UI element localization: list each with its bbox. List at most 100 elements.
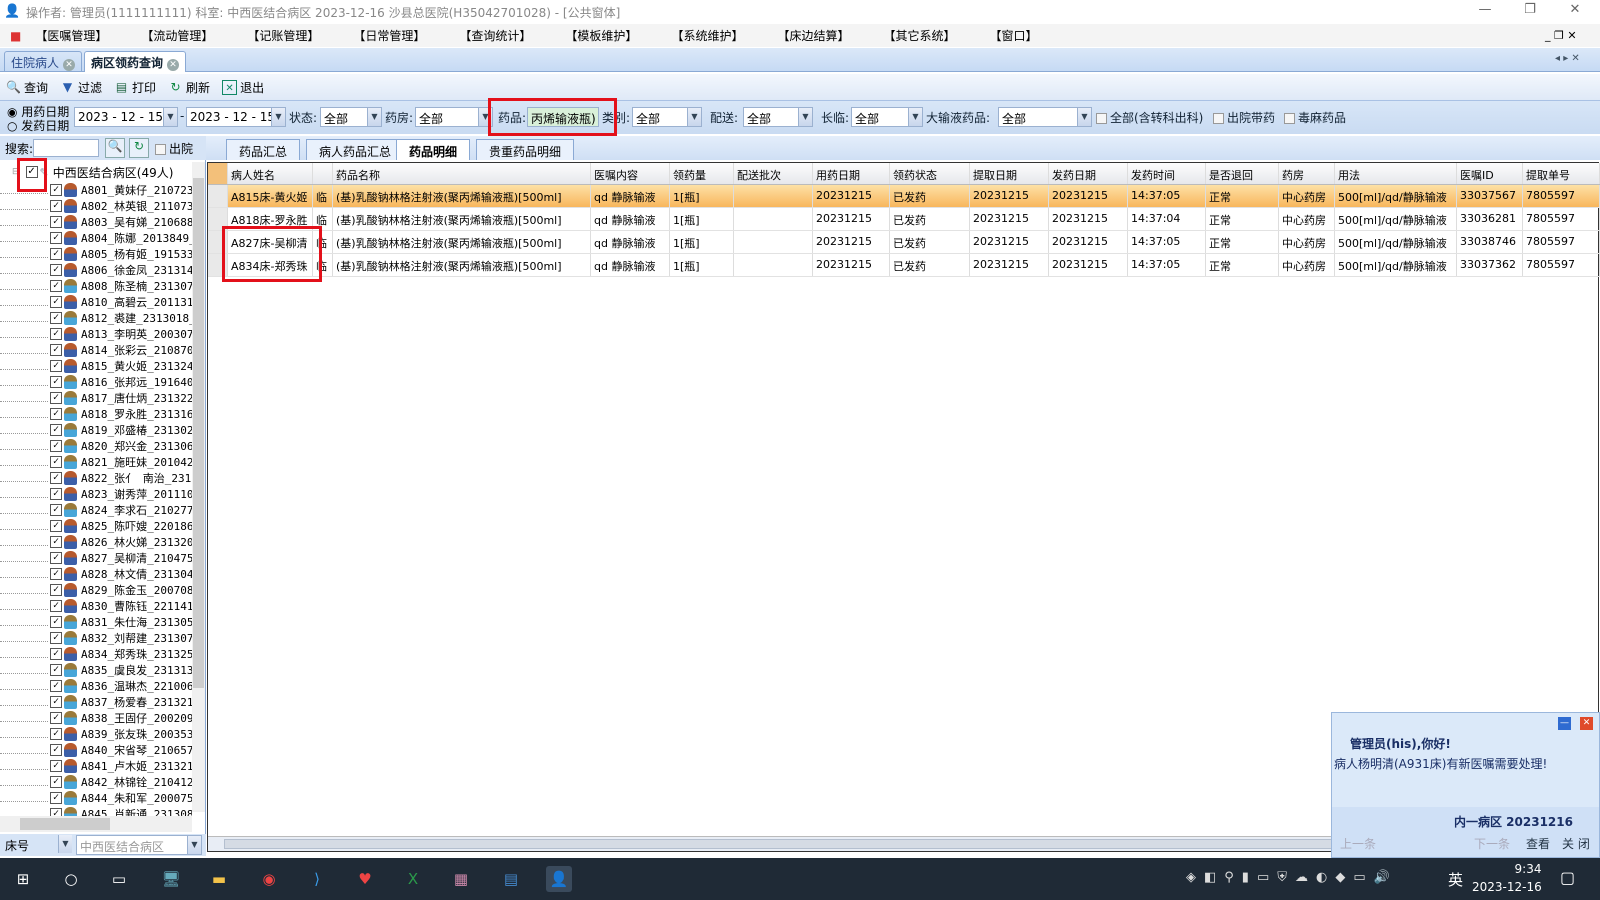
dropdown-arrow-icon[interactable]: ▼	[271, 108, 285, 126]
patient-tree-item[interactable]: ✓ A806_徐金凤_231314	[0, 262, 192, 278]
patient-tree-item[interactable]: ✓ A815_黄火姬_231324	[0, 358, 192, 374]
exit-button[interactable]: ✕ 退出	[222, 79, 264, 96]
refresh-tree-button[interactable]: ↻	[129, 138, 150, 158]
patient-checkbox[interactable]: ✓	[50, 504, 62, 516]
patient-checkbox[interactable]: ✓	[50, 632, 62, 644]
patient-checkbox[interactable]: ✓	[50, 648, 62, 660]
patient-checkbox[interactable]: ✓	[50, 392, 62, 404]
patient-checkbox[interactable]: ✓	[50, 520, 62, 532]
search-button[interactable]: 🔍	[105, 138, 126, 158]
patient-tree-item[interactable]: ✓ A831_朱仕海_231305	[0, 614, 192, 630]
tree-root-ward[interactable]: ⊟ ✓ ✎ 中西医结合病区(49人)	[12, 164, 192, 180]
patient-checkbox[interactable]: ✓	[50, 760, 62, 772]
date-from-picker[interactable]: 2023 - 12 - 15 ▼	[74, 107, 178, 127]
patient-checkbox[interactable]: ✓	[50, 456, 62, 468]
patient-checkbox[interactable]: ✓	[50, 424, 62, 436]
patient-tree-item[interactable]: ✓ A842_林锦铨_210412	[0, 774, 192, 790]
patient-tree-item[interactable]: ✓ A814_张彩云_210870	[0, 342, 192, 358]
dropdown-arrow-icon[interactable]: ▼	[163, 108, 177, 126]
patient-tree-item[interactable]: ✓ A840_宋省琴_210657	[0, 742, 192, 758]
patient-tree-item[interactable]: ✓ A838_王固仔_200209	[0, 710, 192, 726]
table-row[interactable]: A827床-吴柳清临 (基)乳酸钠林格注射液(聚丙烯输液瓶)[500ml] qd 静…	[208, 231, 1600, 254]
patient-tree-item[interactable]: ✓ A822_张亻 南治_2313	[0, 470, 192, 486]
tab-subtab[interactable]: 贵重药品明细	[476, 139, 575, 160]
patient-tree-item[interactable]: ✓ A813_李明英_200307	[0, 326, 192, 342]
patient-tree-item[interactable]: ✓ A823_谢秀萍_201110	[0, 486, 192, 502]
dropdown-arrow-icon[interactable]: ▼	[478, 108, 492, 126]
task-view-icon[interactable]: ▭	[106, 866, 132, 892]
date-to-picker[interactable]: 2023 - 12 - 15 ▼	[186, 107, 286, 127]
patient-tree-item[interactable]: ✓ A805_杨有姬_191533	[0, 246, 192, 262]
infusion-select[interactable]: 全部 ▼	[998, 107, 1092, 127]
patient-checkbox[interactable]: ✓	[50, 232, 62, 244]
app-icon-archive[interactable]: ▦	[448, 866, 474, 892]
patient-checkbox[interactable]: ✓	[50, 328, 62, 340]
patient-tree-item[interactable]: ✓ A830_曹陈钰_221141	[0, 598, 192, 614]
tab-inpatients[interactable]: 住院病人 ✕	[4, 51, 83, 72]
close-window-button[interactable]: ✕	[1563, 2, 1587, 22]
tab-subtab[interactable]: 药品明细	[396, 139, 471, 160]
patient-tree-item[interactable]: ✓ A801_黄妹仔_210723	[0, 182, 192, 198]
patient-tree-item[interactable]: ✓ A817_唐仕炳_231322	[0, 390, 192, 406]
narcotic-drug-checkbox[interactable]: 毒麻药品	[1284, 109, 1346, 126]
dropdown-arrow-icon[interactable]: ▼	[1077, 108, 1091, 126]
sort-select[interactable]: 床号 ▼	[2, 835, 72, 855]
patient-tree-item[interactable]: ✓ A844_朱和军_200075	[0, 790, 192, 806]
patient-checkbox[interactable]: ✓	[50, 360, 62, 372]
column-header[interactable]: 是否退回	[1206, 163, 1279, 184]
vscode-icon[interactable]: ⟩	[304, 866, 330, 892]
patient-checkbox[interactable]: ✓	[50, 440, 62, 452]
column-header[interactable]: 领药量	[670, 163, 734, 184]
patient-tree-item[interactable]: ✓ A820_郑兴金_231306	[0, 438, 192, 454]
all-including-transfer-checkbox[interactable]: 全部(含转科出科)	[1096, 109, 1203, 126]
clock-date[interactable]: 2023-12-16	[1472, 880, 1542, 894]
popup-minimize-button[interactable]: —	[1558, 717, 1571, 730]
patient-checkbox[interactable]: ✓	[50, 472, 62, 484]
patient-tree-item[interactable]: ✓ A818_罗永胜_231316	[0, 406, 192, 422]
tree-horizontal-scrollbar[interactable]	[0, 816, 192, 832]
table-row[interactable]: A818床-罗永胜临 (基)乳酸钠林格注射液(聚丙烯输液瓶)[500ml] qd 静…	[208, 208, 1600, 231]
category-select[interactable]: 全部 ▼	[632, 107, 702, 127]
patient-tree-item[interactable]: ✓ A826_林火娣_231320	[0, 534, 192, 550]
patient-checkbox[interactable]: ✓	[50, 376, 62, 388]
print-button[interactable]: ▤ 打印	[114, 79, 156, 96]
query-button[interactable]: 🔍 查询	[6, 79, 48, 96]
column-header[interactable]: 提取单号	[1523, 163, 1600, 184]
patient-tree-item[interactable]: ✓ A802_林英银_211073	[0, 198, 192, 214]
menu-item[interactable]: 【记账管理】	[247, 27, 319, 44]
delivery-select[interactable]: 全部 ▼	[743, 107, 813, 127]
patient-tree-item[interactable]: ✓ A837_杨爱春_231321	[0, 694, 192, 710]
patient-tree-item[interactable]: ✓ A834_郑秀珠_231325	[0, 646, 192, 662]
menu-item[interactable]: 【窗口】	[989, 27, 1037, 44]
tab-subtab[interactable]: 病人药品汇总	[306, 139, 405, 160]
menu-item[interactable]: 【系统维护】	[671, 27, 743, 44]
patient-tree-item[interactable]: ✓ A819_邓盛椿_231302	[0, 422, 192, 438]
patient-tree-item[interactable]: ✓ A827_吴柳清_210475	[0, 550, 192, 566]
patient-checkbox[interactable]: ✓	[50, 600, 62, 612]
patient-checkbox[interactable]: ✓	[50, 680, 62, 692]
longterm-select[interactable]: 全部 ▼	[851, 107, 923, 127]
patient-checkbox[interactable]: ✓	[50, 248, 62, 260]
column-header[interactable]	[313, 163, 333, 184]
dropdown-arrow-icon[interactable]: ▼	[908, 108, 922, 126]
menu-item[interactable]: 【流动管理】	[141, 27, 213, 44]
patient-checkbox[interactable]: ✓	[50, 312, 62, 324]
patient-tree-item[interactable]: ✓ A832_刘帮建_231307	[0, 630, 192, 646]
patient-checkbox[interactable]: ✓	[50, 552, 62, 564]
popup-prev-link[interactable]: 上一条	[1340, 835, 1376, 852]
dropdown-arrow-icon[interactable]: ▼	[187, 836, 201, 854]
his-app-icon[interactable]: 👤	[546, 866, 572, 892]
discharge-drug-checkbox[interactable]: 出院带药	[1213, 109, 1275, 126]
patient-tree-item[interactable]: ✓ A839_张友珠_200353	[0, 726, 192, 742]
menu-item[interactable]: 【床边结算】	[777, 27, 849, 44]
dropdown-arrow-icon[interactable]: ▼	[798, 108, 812, 126]
patient-checkbox[interactable]: ✓	[50, 184, 62, 196]
popup-next-link[interactable]: 下一条	[1474, 835, 1510, 852]
patient-checkbox[interactable]: ✓	[50, 200, 62, 212]
app-menu-icon[interactable]: ■	[10, 29, 21, 43]
patient-tree-item[interactable]: ✓ A836_温琳杰_221006	[0, 678, 192, 694]
dropdown-arrow-icon[interactable]: ▼	[367, 108, 381, 126]
patient-checkbox[interactable]: ✓	[50, 216, 62, 228]
file-explorer-icon[interactable]: ▬	[206, 866, 232, 892]
patient-checkbox[interactable]: ✓	[50, 616, 62, 628]
